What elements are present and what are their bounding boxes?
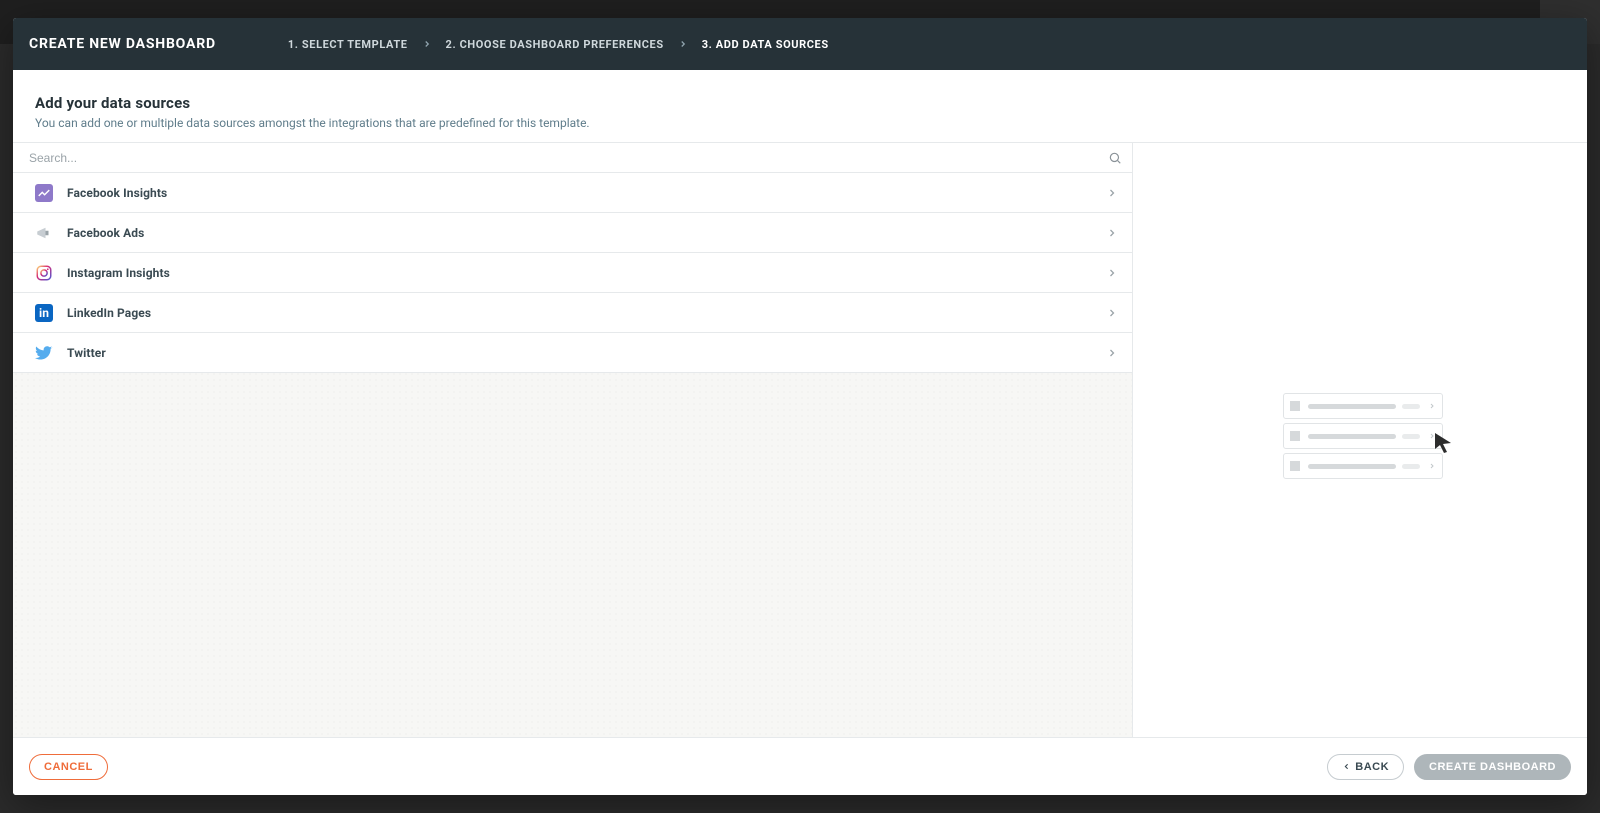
modal-footer: CANCEL BACK CREATE DASHBOARD: [13, 737, 1587, 795]
source-item-label: LinkedIn Pages: [67, 306, 151, 320]
wizard-steps: 1. SELECT TEMPLATE 2. CHOOSE DASHBOARD P…: [288, 38, 829, 51]
chevron-right-icon: [1106, 347, 1118, 359]
search-icon[interactable]: [1108, 151, 1122, 165]
search-input[interactable]: [29, 151, 1108, 165]
step-2[interactable]: 2. CHOOSE DASHBOARD PREFERENCES: [446, 38, 664, 51]
chevron-right-icon: [1106, 187, 1118, 199]
sources-pane: Facebook Insights Facebook Ads: [13, 143, 1133, 737]
section-header: Add your data sources You can add one or…: [13, 70, 1587, 142]
placeholder-illustration: [1283, 393, 1443, 483]
chevron-right-icon: [678, 39, 688, 49]
source-item-linkedin-pages[interactable]: in LinkedIn Pages: [13, 293, 1132, 333]
cursor-icon: [1431, 431, 1455, 459]
section-title: Add your data sources: [35, 94, 1565, 112]
linkedin-icon: in: [35, 304, 53, 322]
source-item-label: Instagram Insights: [67, 266, 170, 280]
chevron-right-icon: [1106, 267, 1118, 279]
back-button[interactable]: BACK: [1327, 754, 1404, 780]
source-item-instagram-insights[interactable]: Instagram Insights: [13, 253, 1132, 293]
create-dashboard-button[interactable]: CREATE DASHBOARD: [1414, 754, 1571, 780]
cancel-button[interactable]: CANCEL: [29, 754, 108, 780]
source-list: Facebook Insights Facebook Ads: [13, 173, 1132, 373]
facebook-ads-icon: [35, 224, 53, 242]
illustration-pane: [1133, 143, 1587, 737]
chevron-right-icon: [1106, 307, 1118, 319]
create-dashboard-modal: CREATE NEW DASHBOARD 1. SELECT TEMPLATE …: [13, 18, 1587, 795]
instagram-icon: [35, 264, 53, 282]
section-subtitle: You can add one or multiple data sources…: [35, 116, 1565, 130]
chevron-right-icon: [422, 39, 432, 49]
facebook-insights-icon: [35, 184, 53, 202]
source-item-facebook-insights[interactable]: Facebook Insights: [13, 173, 1132, 213]
step-1[interactable]: 1. SELECT TEMPLATE: [288, 38, 408, 51]
source-item-facebook-ads[interactable]: Facebook Ads: [13, 213, 1132, 253]
modal-title: CREATE NEW DASHBOARD: [29, 36, 216, 52]
chevron-right-icon: [1106, 227, 1118, 239]
twitter-icon: [35, 344, 53, 362]
step-3[interactable]: 3. ADD DATA SOURCES: [702, 38, 829, 51]
source-item-label: Facebook Insights: [67, 186, 167, 200]
source-item-twitter[interactable]: Twitter: [13, 333, 1132, 373]
modal-header: CREATE NEW DASHBOARD 1. SELECT TEMPLATE …: [13, 18, 1587, 70]
chevron-left-icon: [1342, 762, 1351, 771]
source-item-label: Twitter: [67, 346, 106, 360]
source-item-label: Facebook Ads: [67, 226, 144, 240]
back-button-label: BACK: [1355, 761, 1389, 773]
search-row: [13, 143, 1132, 173]
